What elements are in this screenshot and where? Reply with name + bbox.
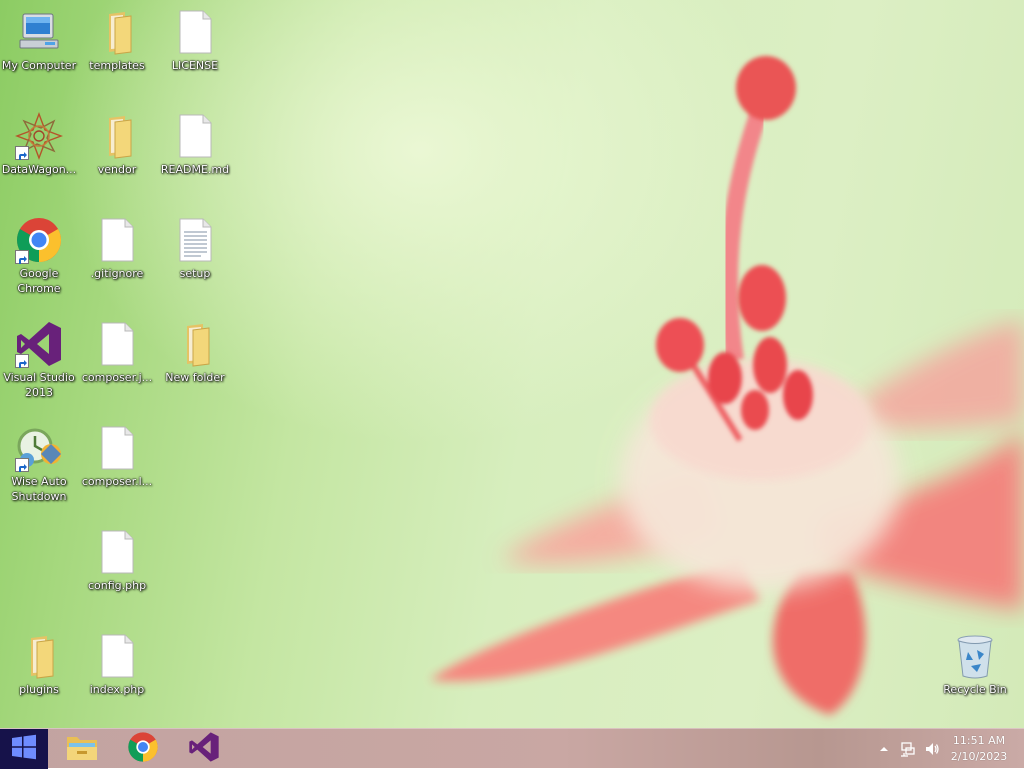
file-icon <box>93 528 141 576</box>
desktop-icon-setup[interactable]: setup <box>156 216 234 281</box>
desktop-icon-gitignore[interactable]: .gitignore <box>78 216 156 281</box>
network-icon[interactable] <box>900 741 916 757</box>
desktop[interactable]: My Computer DataWagon... Google Chrome V… <box>0 0 1024 728</box>
desktop-icon-templates[interactable]: templates <box>78 8 156 73</box>
desktop-icon-index-php[interactable]: index.php <box>78 632 156 697</box>
desktop-icon-visual-studio[interactable]: Visual Studio 2013 <box>0 320 78 400</box>
show-hidden-icons-icon[interactable] <box>876 741 892 757</box>
folder-icon <box>93 8 141 56</box>
shortcut-arrow-icon <box>15 354 29 368</box>
desktop-icon-label: DataWagon... <box>1 163 77 176</box>
desktop-icon-label: .gitignore <box>90 267 144 280</box>
desktop-icon-label: templates <box>89 59 145 72</box>
desktop-icon-label: New folder <box>165 371 225 384</box>
file-icon <box>93 424 141 472</box>
desktop-icon-config-php[interactable]: config.php <box>78 528 156 593</box>
desktop-icon-label: LICENSE <box>171 59 219 72</box>
desktop-icon-plugins[interactable]: plugins <box>0 632 78 697</box>
taskbar: 11:51 AM 2/10/2023 <box>0 728 1024 769</box>
windows-logo-icon <box>11 734 37 764</box>
text-file-icon <box>171 216 219 264</box>
file-icon <box>171 8 219 56</box>
desktop-icon-google-chrome[interactable]: Google Chrome <box>0 216 78 296</box>
desktop-icon-label: composer.l... <box>81 475 153 488</box>
desktop-icon-new-folder[interactable]: New folder <box>156 320 234 385</box>
file-icon <box>171 112 219 160</box>
file-icon <box>93 216 141 264</box>
visual-studio-icon <box>15 320 63 368</box>
shortcut-arrow-icon <box>15 146 29 160</box>
desktop-icon-label: Recycle Bin <box>943 683 1007 696</box>
visual-studio-icon <box>188 731 220 767</box>
desktop-icon-label: composer.j... <box>81 371 153 384</box>
desktop-icon-wise-auto-shutdown[interactable]: Wise Auto Shutdown <box>0 424 78 504</box>
wise-shutdown-icon <box>15 424 63 472</box>
desktop-icon-label: index.php <box>89 683 145 696</box>
folder-icon <box>15 632 63 680</box>
desktop-icon-composer-lock[interactable]: composer.l... <box>78 424 156 489</box>
taskbar-file-explorer[interactable] <box>52 729 112 769</box>
desktop-icon-license[interactable]: LICENSE <box>156 8 234 73</box>
folder-icon <box>93 112 141 160</box>
desktop-icon-label: plugins <box>19 683 59 696</box>
system-tray: 11:51 AM 2/10/2023 <box>864 729 1024 769</box>
chrome-icon <box>15 216 63 264</box>
start-button[interactable] <box>0 729 48 769</box>
clock-time: 11:51 AM <box>952 734 1006 747</box>
clock-date: 2/10/2023 <box>950 750 1008 763</box>
desktop-icon-recycle-bin[interactable]: Recycle Bin <box>936 632 1014 697</box>
taskbar-visual-studio[interactable] <box>174 729 234 769</box>
folder-icon <box>171 320 219 368</box>
shortcut-arrow-icon <box>15 458 29 472</box>
taskbar-chrome[interactable] <box>113 729 173 769</box>
volume-icon[interactable] <box>924 741 940 757</box>
recycle-bin-icon <box>951 632 999 680</box>
desktop-icon-label: README.md <box>160 163 230 176</box>
desktop-icon-datawagon[interactable]: DataWagon... <box>0 112 78 177</box>
file-explorer-icon <box>65 732 99 766</box>
desktop-icon-readme[interactable]: README.md <box>156 112 234 177</box>
desktop-icon-my-computer[interactable]: My Computer <box>0 8 78 73</box>
file-icon <box>93 320 141 368</box>
desktop-icon-label: Google Chrome <box>17 267 61 295</box>
desktop-icon-label: setup <box>179 267 211 280</box>
shortcut-arrow-icon <box>15 250 29 264</box>
file-icon <box>93 632 141 680</box>
desktop-icon-label: config.php <box>87 579 147 592</box>
datawagon-icon <box>15 112 63 160</box>
computer-icon <box>15 8 63 56</box>
desktop-icon-composer-json[interactable]: composer.j... <box>78 320 156 385</box>
desktop-icon-label: Wise Auto Shutdown <box>11 475 67 503</box>
desktop-icon-label: vendor <box>97 163 137 176</box>
clock[interactable]: 11:51 AM 2/10/2023 <box>944 733 1014 765</box>
desktop-icon-vendor[interactable]: vendor <box>78 112 156 177</box>
desktop-icon-label: Visual Studio 2013 <box>3 371 75 399</box>
desktop-icon-label: My Computer <box>1 59 77 72</box>
chrome-icon <box>127 731 159 767</box>
